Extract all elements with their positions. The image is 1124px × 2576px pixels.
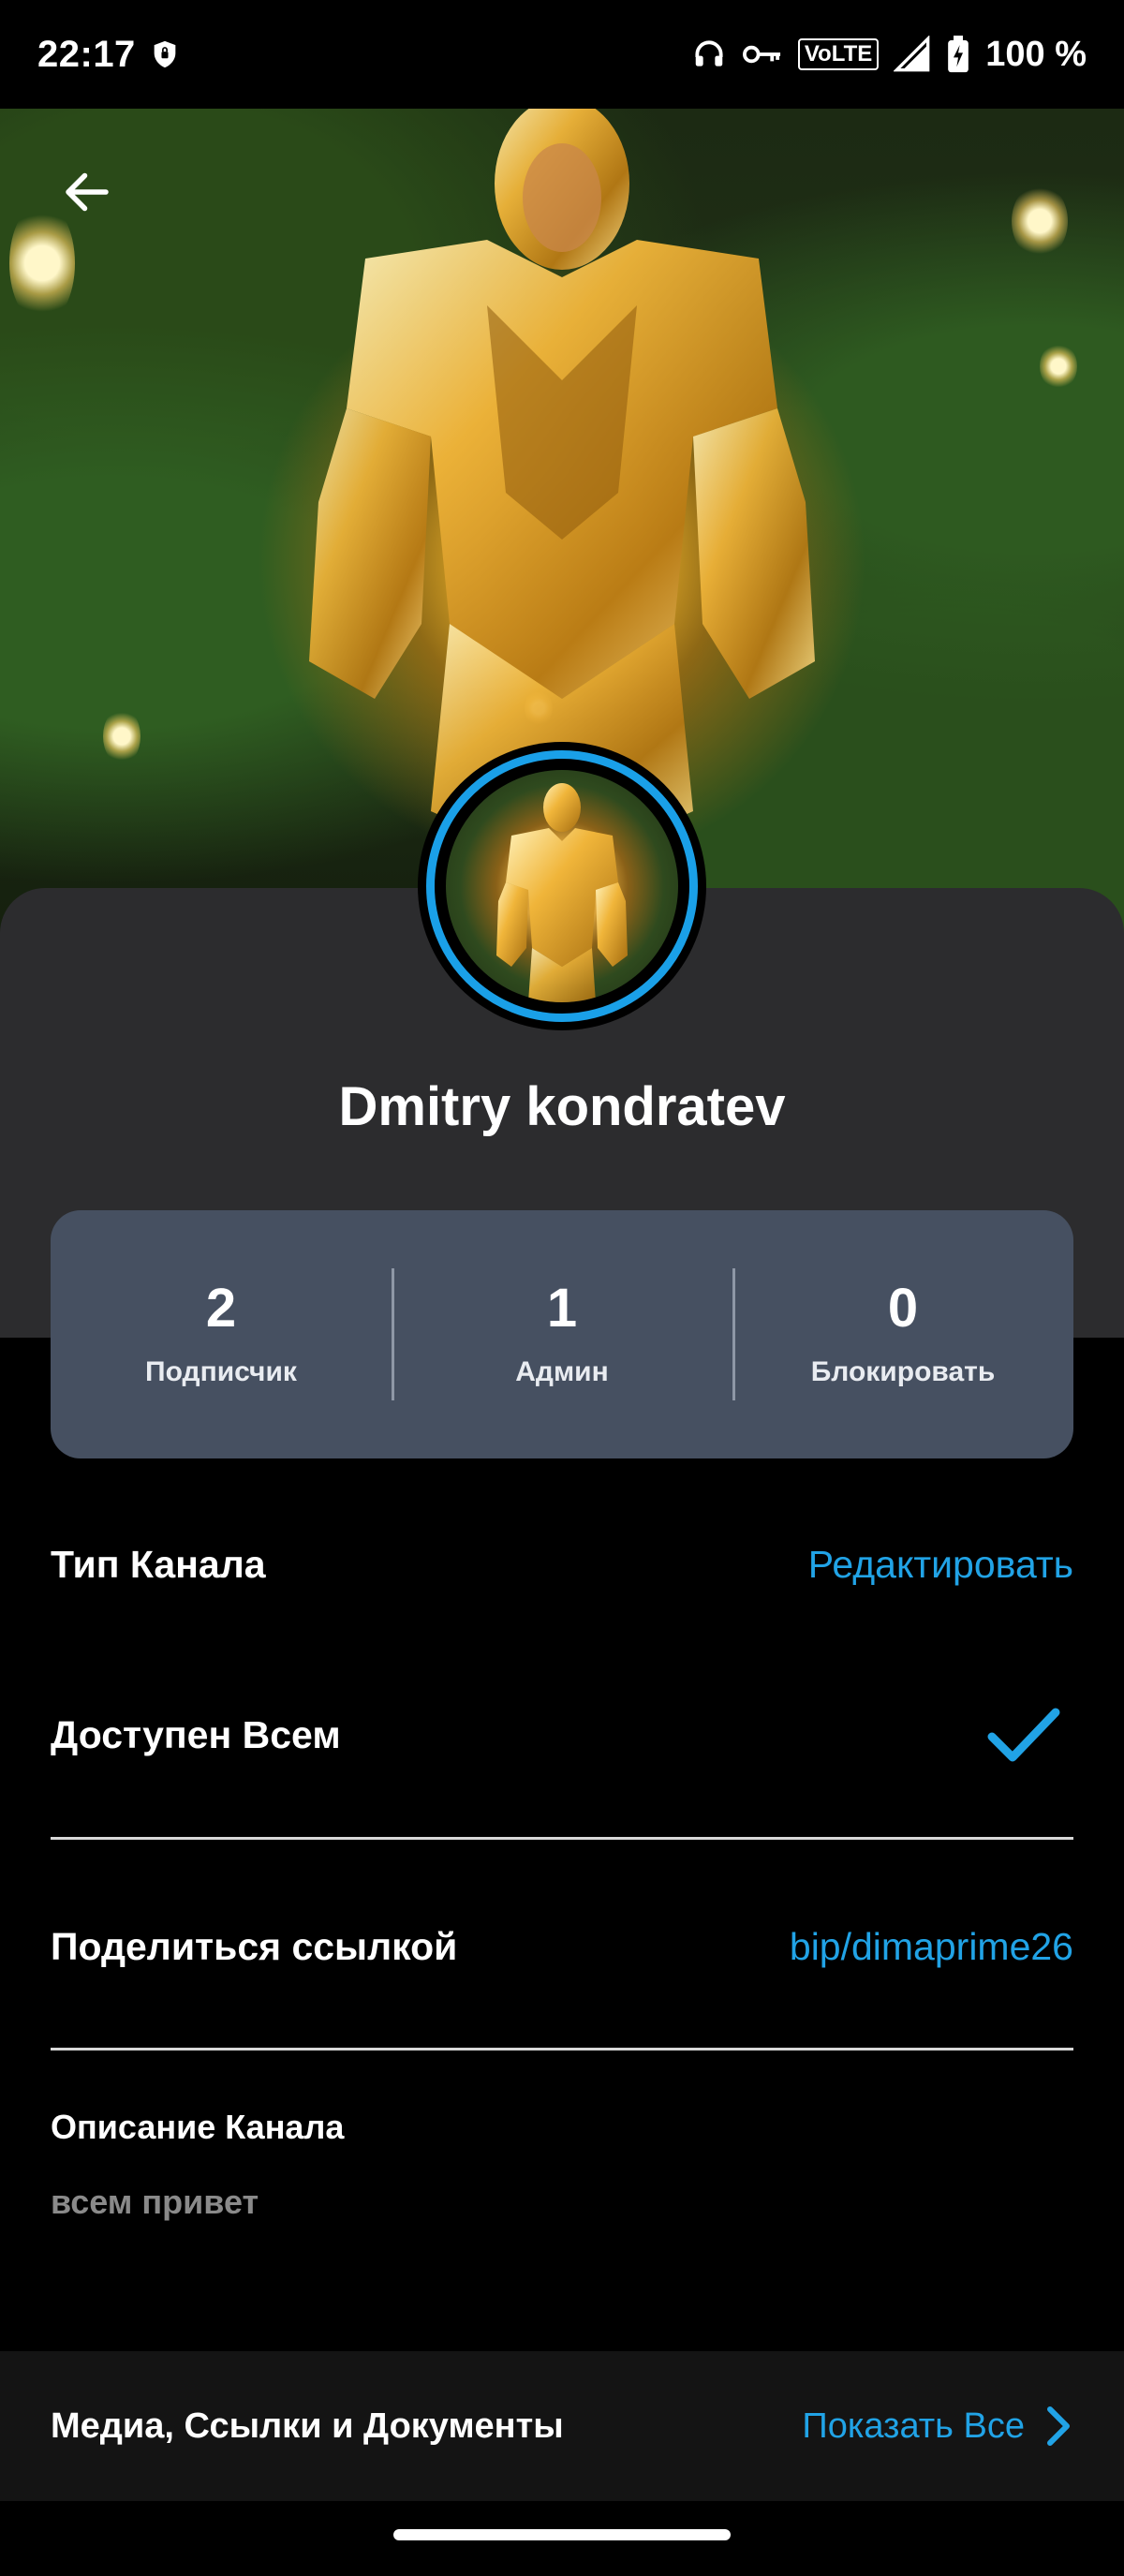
- channel-type-option-label: Доступен Всем: [51, 1712, 341, 1756]
- volte-icon: VoLTE: [797, 38, 880, 70]
- divider: [51, 1837, 1073, 1840]
- home-indicator[interactable]: [393, 2529, 731, 2540]
- share-link-title: Поделиться ссылкой: [51, 1924, 458, 1968]
- description-title: Описание Канала: [51, 2108, 345, 2146]
- divider: [51, 2048, 1073, 2050]
- stat-subscribers[interactable]: 2 Подписчик: [51, 1210, 392, 1458]
- stat-admins[interactable]: 1 Админ: [392, 1210, 732, 1458]
- headphones-icon: [691, 37, 727, 72]
- edit-button[interactable]: Редактировать: [808, 1543, 1073, 1587]
- status-bar: 22:17 VoLTE 100 %: [0, 0, 1124, 109]
- channel-type-option[interactable]: Доступен Всем: [51, 1697, 1073, 1772]
- stat-label: Админ: [515, 1355, 609, 1387]
- profile-name: Dmitry kondratev: [338, 1076, 786, 1137]
- media-title: Медиа, Ссылки и Документы: [51, 2406, 564, 2446]
- chevron-right-icon: [1047, 2406, 1070, 2446]
- stat-value: 2: [205, 1277, 237, 1339]
- arrow-left-icon: [66, 172, 109, 212]
- avatar-ring: [426, 750, 698, 1022]
- signal-icon: [894, 36, 931, 73]
- stat-blocked[interactable]: 0 Блокировать: [732, 1210, 1073, 1458]
- shield-icon: [149, 38, 181, 70]
- description-text: всем привет: [51, 2183, 259, 2221]
- channel-type-title: Тип Канала: [51, 1542, 266, 1586]
- share-link-row[interactable]: Поделиться ссылкой bip/dimaprime26: [51, 1918, 1073, 1975]
- stats-panel: 2 Подписчик 1 Админ 0 Блокировать: [51, 1210, 1073, 1458]
- battery-percent: 100 %: [985, 34, 1087, 74]
- avatar-image: [446, 770, 678, 1002]
- channel-type-row: Тип Канала Редактировать: [51, 1536, 1073, 1592]
- back-button[interactable]: [54, 159, 120, 225]
- stat-value: 1: [546, 1277, 578, 1339]
- status-time: 22:17: [37, 33, 136, 75]
- battery-icon: [946, 36, 970, 73]
- share-link-value[interactable]: bip/dimaprime26: [790, 1925, 1073, 1969]
- show-all-button[interactable]: Показать Все: [802, 2404, 1073, 2449]
- media-links-docs-row[interactable]: Медиа, Ссылки и Документы Показать Все: [0, 2351, 1124, 2501]
- stat-label: Подписчик: [145, 1355, 297, 1387]
- stat-value: 0: [887, 1277, 919, 1339]
- show-all-label: Показать Все: [802, 2406, 1025, 2446]
- key-icon: [742, 40, 783, 68]
- stat-label: Блокировать: [810, 1355, 996, 1387]
- checkmark-icon: [987, 1708, 1060, 1762]
- avatar[interactable]: [418, 742, 706, 1030]
